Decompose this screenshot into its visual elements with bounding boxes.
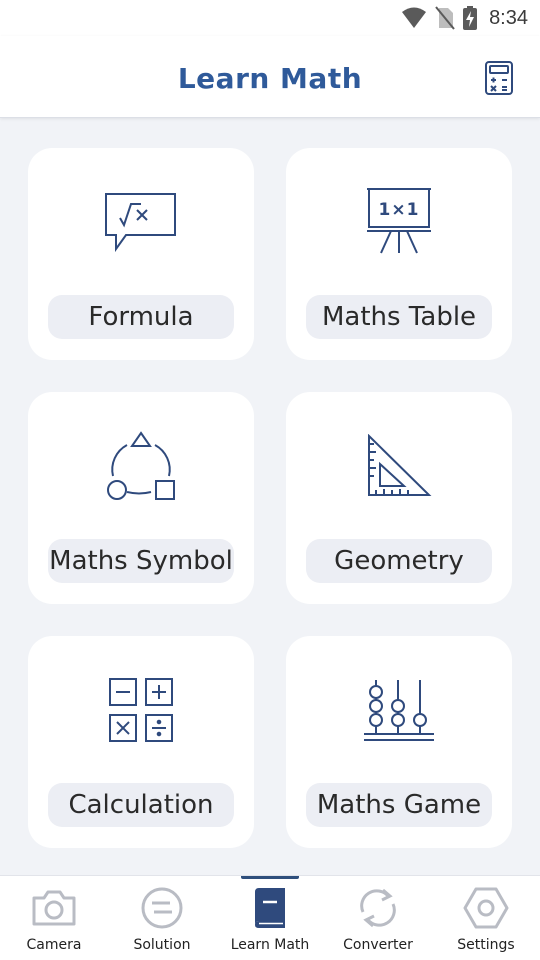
- geometry-illustration: [286, 426, 512, 506]
- nav-label-solution: Solution: [133, 937, 191, 953]
- nav-item-camera[interactable]: Camera: [0, 876, 108, 960]
- shapes-cycle-icon: [107, 431, 175, 500]
- status-bar: 8:34: [0, 0, 540, 36]
- book-icon: [255, 888, 285, 928]
- card-maths-symbol[interactable]: Maths Symbol: [28, 392, 254, 604]
- status-icons: 8:34: [401, 5, 528, 31]
- card-maths-game[interactable]: Maths Game: [286, 636, 512, 848]
- bottom-nav: Camera Solution Learn Math Converter Set…: [0, 875, 540, 960]
- app-bar: Learn Math: [0, 36, 540, 118]
- nav-label-camera: Camera: [26, 937, 82, 953]
- nav-label-settings: Settings: [457, 937, 515, 953]
- card-label-maths-symbol: Maths Symbol: [48, 539, 234, 583]
- set-square-icon: [368, 434, 432, 496]
- card-formula[interactable]: Formula: [28, 148, 254, 360]
- nav-item-converter[interactable]: Converter: [324, 876, 432, 960]
- card-label-formula: Formula: [48, 295, 234, 339]
- maths-table-illustration: 1×1: [286, 182, 512, 262]
- camera-icon: [32, 890, 76, 926]
- active-tab-indicator: [241, 876, 299, 879]
- card-label-geometry: Geometry: [306, 539, 492, 583]
- card-calculation[interactable]: Calculation: [28, 636, 254, 848]
- maths-game-illustration: [286, 670, 512, 750]
- nav-item-settings[interactable]: Settings: [432, 876, 540, 960]
- card-label-maths-table: Maths Table: [306, 295, 492, 339]
- operators-grid-icon: [109, 678, 173, 742]
- nav-item-solution[interactable]: Solution: [108, 876, 216, 960]
- converter-icon: [360, 888, 396, 928]
- card-label-maths-game: Maths Game: [306, 783, 492, 827]
- calculator-button[interactable]: [484, 60, 514, 96]
- maths-symbol-illustration: [28, 426, 254, 506]
- formula-illustration: [28, 182, 254, 262]
- card-label-calculation: Calculation: [48, 783, 234, 827]
- wifi-icon: [402, 7, 427, 28]
- formula-bubble-icon: [105, 193, 176, 252]
- nav-label-learn-math: Learn Math: [230, 937, 310, 953]
- no-sim-icon: [435, 6, 455, 30]
- nav-label-converter: Converter: [343, 937, 413, 953]
- nav-item-learn-math[interactable]: Learn Math: [216, 876, 324, 960]
- battery-charging-icon: [463, 6, 478, 30]
- page-title: Learn Math: [177, 62, 363, 95]
- abacus-icon: [364, 680, 434, 741]
- solution-icon: [141, 887, 183, 929]
- calculation-illustration: [28, 670, 254, 750]
- settings-icon: [463, 887, 509, 929]
- card-geometry[interactable]: Geometry: [286, 392, 512, 604]
- card-maths-table[interactable]: 1×1 Maths Table: [286, 148, 512, 360]
- status-time: 8:34: [489, 6, 528, 29]
- svg-text:1×1: 1×1: [379, 200, 420, 220]
- calculator-icon: [485, 61, 513, 95]
- board-easel-icon: 1×1: [367, 188, 431, 254]
